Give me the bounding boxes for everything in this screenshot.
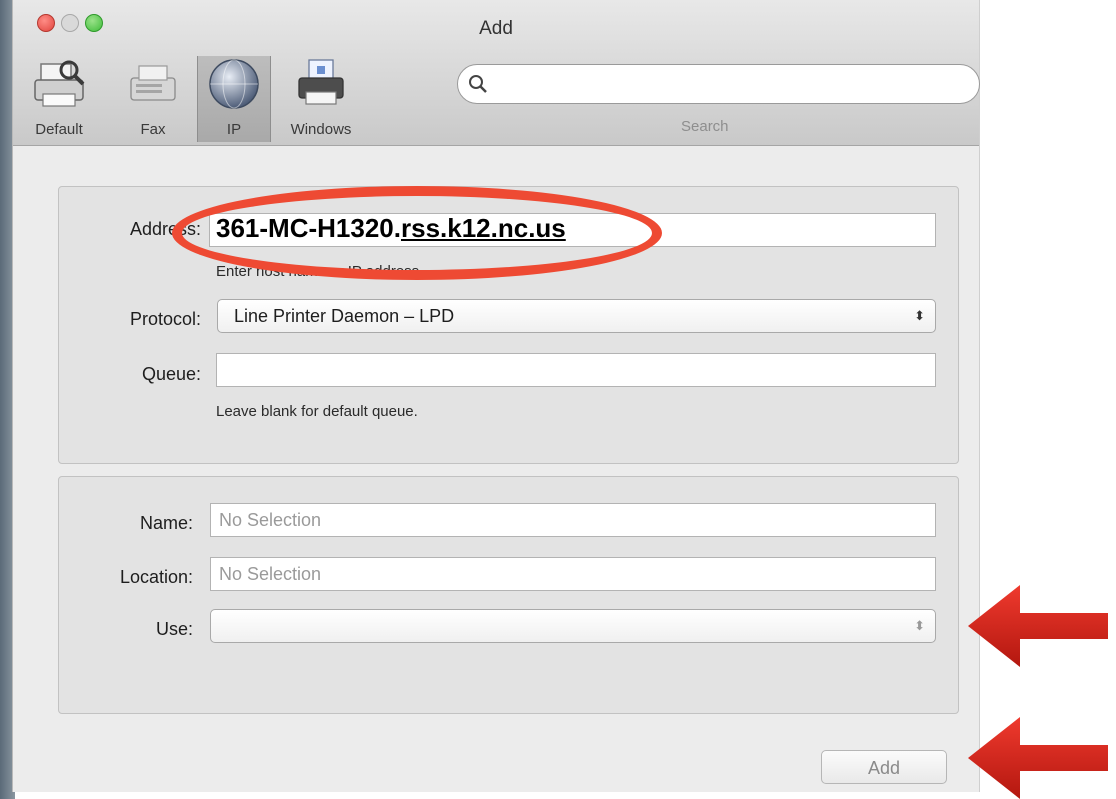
globe-icon: [209, 59, 259, 109]
use-label: Use:: [155, 619, 193, 639]
toolbar-ip[interactable]: IP: [197, 56, 271, 142]
protocol-popup[interactable]: Line Printer Daemon – LPD ⬍: [217, 299, 936, 333]
location-label: Location:: [119, 567, 193, 587]
toolbar-default-label: Default: [35, 121, 83, 138]
toolbar-windows[interactable]: Windows: [275, 56, 367, 142]
popup-arrows-icon: ⬍: [914, 308, 925, 323]
queue-field[interactable]: [216, 353, 936, 387]
search-icon: [469, 75, 487, 93]
search-field[interactable]: [457, 64, 980, 104]
queue-label: Queue:: [141, 364, 201, 384]
default-printer-icon: [34, 60, 85, 107]
printer-info-panel: Name: No Selection Location: No Selectio…: [58, 476, 959, 714]
annotated-address-text: 361-MC-H1320.rss.k12.nc.us: [216, 213, 566, 244]
name-field[interactable]: No Selection: [210, 503, 936, 537]
toolbar-ip-label: IP: [226, 121, 242, 138]
windows-printer-icon: [298, 59, 344, 105]
location-field[interactable]: No Selection: [210, 557, 936, 591]
queue-hint: Leave blank for default queue.: [216, 403, 418, 420]
annotated-address-suffix: rss.k12.nc.us: [400, 213, 566, 243]
titlebar-toolbar: Add Default Fax IP Windows Search: [13, 0, 980, 146]
add-button[interactable]: Add: [821, 750, 947, 784]
protocol-value: Line Printer Daemon – LPD: [234, 306, 455, 326]
toolbar-windows-label: Windows: [290, 121, 352, 138]
add-arrow-icon: [968, 717, 1108, 799]
window-title: Add: [479, 18, 513, 39]
toolbar-fax-label: Fax: [140, 121, 166, 138]
use-popup[interactable]: ⬍: [210, 609, 936, 643]
annotated-address-prefix: 361-MC-H1320.: [216, 213, 401, 243]
search-label: Search: [681, 118, 729, 135]
popup-arrows-icon: ⬍: [914, 618, 925, 633]
toolbar-default[interactable]: Default: [23, 56, 95, 142]
toolbar-fax[interactable]: Fax: [123, 56, 183, 142]
fax-icon: [130, 65, 176, 101]
use-arrow-icon: [968, 585, 1108, 667]
name-label: Name:: [139, 513, 193, 533]
add-printer-window: Add Default Fax IP Windows Search Addres…: [12, 0, 980, 792]
protocol-label: Protocol:: [129, 309, 201, 329]
